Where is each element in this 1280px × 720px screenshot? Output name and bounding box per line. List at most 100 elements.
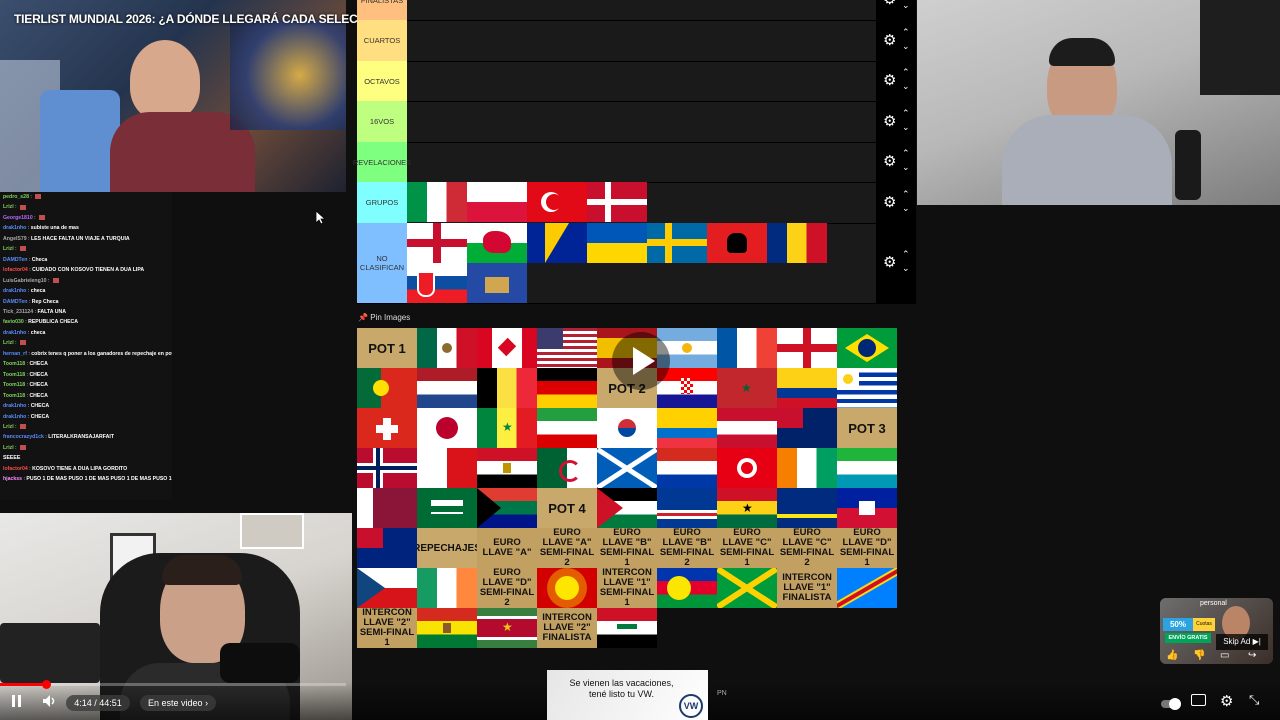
pin-label-card[interactable]: EURO LLAVE "C" SEMI-FINAL 1 bbox=[717, 528, 777, 568]
pause-button[interactable] bbox=[12, 694, 21, 710]
gear-icon[interactable]: ⚙ bbox=[883, 73, 896, 88]
flag-kosovo[interactable] bbox=[467, 263, 527, 303]
tier-row-revelaciones[interactable]: REVELACIONES ⚙ ⌃ ⌄ bbox=[353, 142, 916, 183]
chevron-down-icon[interactable]: ⌄ bbox=[902, 41, 910, 51]
flag-ucrania[interactable] bbox=[587, 223, 647, 263]
tier-row-finalistas[interactable]: FINALISTAS ⚙⌃⌄ bbox=[357, 0, 916, 21]
flag-jordan[interactable] bbox=[597, 488, 657, 528]
volume-button[interactable] bbox=[42, 694, 58, 711]
flag-algeria[interactable] bbox=[537, 448, 597, 488]
flag-polonia[interactable] bbox=[467, 182, 527, 222]
flag-canada[interactable] bbox=[477, 328, 537, 368]
gear-icon[interactable]: ⚙ bbox=[883, 114, 896, 129]
chat-username[interactable]: Lrizl bbox=[3, 204, 14, 210]
like-icon[interactable]: 👍 bbox=[1166, 650, 1178, 661]
play-overlay[interactable] bbox=[612, 332, 670, 390]
chat-username[interactable]: drak1nho bbox=[3, 225, 26, 231]
pin-label-card[interactable]: EURO LLAVE "C" SEMI-FINAL 2 bbox=[777, 528, 837, 568]
tier-row-cuartos[interactable]: CUARTOS ⚙ ⌃ ⌄ bbox=[357, 20, 916, 62]
flag-iraq[interactable] bbox=[597, 608, 657, 648]
chat-username[interactable]: LuisGabrieleng10 bbox=[3, 278, 47, 284]
chat-username[interactable]: Toom118 bbox=[3, 361, 25, 367]
tier-label[interactable]: CUARTOS bbox=[357, 20, 407, 61]
flag-ivory[interactable] bbox=[777, 448, 837, 488]
tier-label[interactable]: OCTAVOS bbox=[357, 61, 407, 101]
mini-ad[interactable]: personal 50% Cuotas ENVÍO GRATIS Skip Ad… bbox=[1160, 598, 1273, 664]
chevron-down-icon[interactable]: ⌄ bbox=[902, 122, 910, 132]
flag-austria[interactable] bbox=[717, 408, 777, 448]
chat-username[interactable]: drak1nho bbox=[3, 414, 26, 420]
pin-label-card[interactable]: EURO LLAVE "D" SEMI-FINAL 2 bbox=[477, 568, 537, 608]
chat-username[interactable]: drak1nho bbox=[3, 403, 26, 409]
flag-panama[interactable] bbox=[417, 448, 477, 488]
flag-newzealand[interactable] bbox=[357, 528, 417, 568]
chat-username[interactable]: Lrizl bbox=[3, 424, 14, 430]
in-video-button[interactable]: En este video › bbox=[140, 695, 217, 711]
exit-fullscreen-button[interactable]: ⤡ bbox=[1249, 692, 1259, 708]
flag-senegal[interactable]: ★ bbox=[477, 408, 537, 448]
flag-suecia[interactable] bbox=[647, 223, 707, 263]
flag-colombia[interactable] bbox=[777, 368, 837, 408]
flag-haiti[interactable] bbox=[837, 488, 897, 528]
chat-username[interactable]: drak1nho bbox=[3, 330, 26, 336]
chevron-down-icon[interactable]: ⌄ bbox=[902, 264, 910, 273]
chevron-up-icon[interactable]: ⌃ bbox=[902, 27, 910, 37]
subtitles-button[interactable] bbox=[1191, 694, 1206, 709]
pin-label-card[interactable]: EURO LLAVE "D" SEMI-FINAL 1 bbox=[837, 528, 897, 568]
flag-eslovaquia[interactable] bbox=[407, 263, 467, 303]
tier-label[interactable]: 16VOS bbox=[357, 101, 407, 142]
flag-ireland[interactable] bbox=[417, 568, 477, 608]
chevron-up-icon[interactable]: ⌃ bbox=[902, 108, 910, 118]
flag-albania[interactable] bbox=[707, 223, 767, 263]
progress-track[interactable] bbox=[0, 683, 346, 686]
chat-username[interactable]: Lrizl bbox=[3, 340, 14, 346]
flag-gales[interactable] bbox=[467, 223, 527, 263]
chevron-down-icon[interactable]: ⌄ bbox=[902, 203, 910, 213]
chat-username[interactable]: drak1nho bbox=[3, 288, 26, 294]
flag-irlanda-del-norte[interactable] bbox=[407, 223, 467, 263]
flag-czech[interactable] bbox=[357, 568, 417, 608]
pin-label-card[interactable]: REPECHAJES bbox=[417, 528, 477, 568]
chat-username[interactable]: Toom118 bbox=[3, 393, 25, 399]
tier-row-no-clasifican[interactable]: NO CLASIFICAN ⚙ ⌃ ⌄ bbox=[357, 223, 916, 304]
pin-label-card[interactable]: POT 3 bbox=[837, 408, 897, 448]
settings-button[interactable]: ⚙ bbox=[1220, 692, 1233, 710]
flag-suriname[interactable]: ★ bbox=[477, 608, 537, 648]
flag-japan[interactable] bbox=[417, 408, 477, 448]
chat-username[interactable]: Toom118 bbox=[3, 382, 25, 388]
chat-username[interactable]: George1810 bbox=[3, 215, 33, 221]
flag-england[interactable] bbox=[777, 328, 837, 368]
chevron-down-icon[interactable]: ⌄ bbox=[902, 163, 910, 172]
flag-paraguay[interactable] bbox=[657, 448, 717, 488]
chat-username[interactable]: DAMDTen bbox=[3, 257, 27, 263]
flag-tunisia[interactable] bbox=[717, 448, 777, 488]
share-icon[interactable]: ↪ bbox=[1248, 650, 1256, 661]
ad-banner[interactable]: Se vienen las vacaciones, tené listo tu … bbox=[547, 670, 708, 720]
flag-france[interactable] bbox=[717, 328, 777, 368]
pin-label-card[interactable]: POT 1 bbox=[357, 328, 417, 368]
comment-icon[interactable]: ▭ bbox=[1220, 650, 1229, 661]
chat-username[interactable]: pedro_s28 bbox=[3, 194, 29, 200]
chat-username[interactable]: hjackss bbox=[3, 476, 22, 482]
pin-label-card[interactable]: INTERCON LLAVE "1" SEMI-FINAL 1 bbox=[597, 568, 657, 608]
gear-icon[interactable]: ⚙ bbox=[883, 33, 896, 48]
flag-turqu-a[interactable] bbox=[527, 182, 587, 222]
dislike-icon[interactable]: 👎 bbox=[1193, 650, 1205, 661]
gear-icon[interactable]: ⚙ bbox=[883, 0, 896, 7]
flag-newcaledonia[interactable] bbox=[657, 568, 717, 608]
gear-icon[interactable]: ⚙ bbox=[883, 195, 896, 210]
flag-drcongo[interactable] bbox=[837, 568, 897, 608]
chat-username[interactable]: lofactor04 bbox=[3, 466, 28, 472]
flag-bolivia[interactable] bbox=[417, 608, 477, 648]
pin-label-card[interactable]: EURO LLAVE "A" bbox=[477, 528, 537, 568]
flag-iran[interactable] bbox=[537, 408, 597, 448]
flag-mexico[interactable] bbox=[417, 328, 477, 368]
autoplay-toggle[interactable] bbox=[1161, 695, 1181, 711]
chat-username[interactable]: francocrazyd1ck bbox=[3, 434, 44, 440]
flag-uzbekistan[interactable] bbox=[837, 448, 897, 488]
flag-southafrica[interactable] bbox=[477, 488, 537, 528]
flag-ghana[interactable]: ★ bbox=[717, 488, 777, 528]
flag-belgium[interactable] bbox=[477, 368, 537, 408]
tier-label[interactable]: FINALISTAS bbox=[357, 0, 407, 20]
flag-egypt[interactable] bbox=[477, 448, 537, 488]
